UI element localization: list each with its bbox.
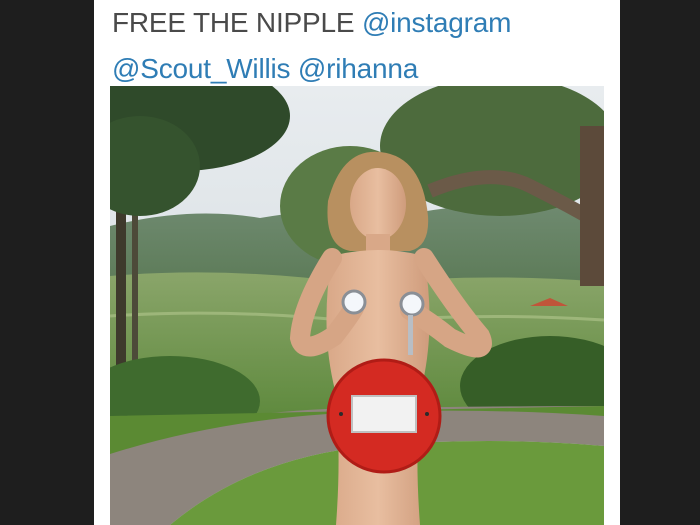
photo-illustration (110, 86, 604, 525)
mention-scout-willis-link[interactable]: @Scout_Willis (112, 53, 291, 84)
tweet-hashtag-text: FREE THE NIPPLE (112, 7, 355, 38)
mention-instagram-link[interactable]: @instagram (362, 7, 512, 38)
tweet-card: FREE THE NIPPLE @instagram @Scout_Willis… (94, 0, 620, 525)
mention-rihanna-link[interactable]: @rihanna (298, 53, 418, 84)
tweet-text-line-1: FREE THE NIPPLE @instagram (112, 0, 612, 46)
tweet-photo[interactable] (110, 86, 604, 525)
tweet-text: FREE THE NIPPLE @instagram @Scout_Willis… (112, 0, 612, 92)
